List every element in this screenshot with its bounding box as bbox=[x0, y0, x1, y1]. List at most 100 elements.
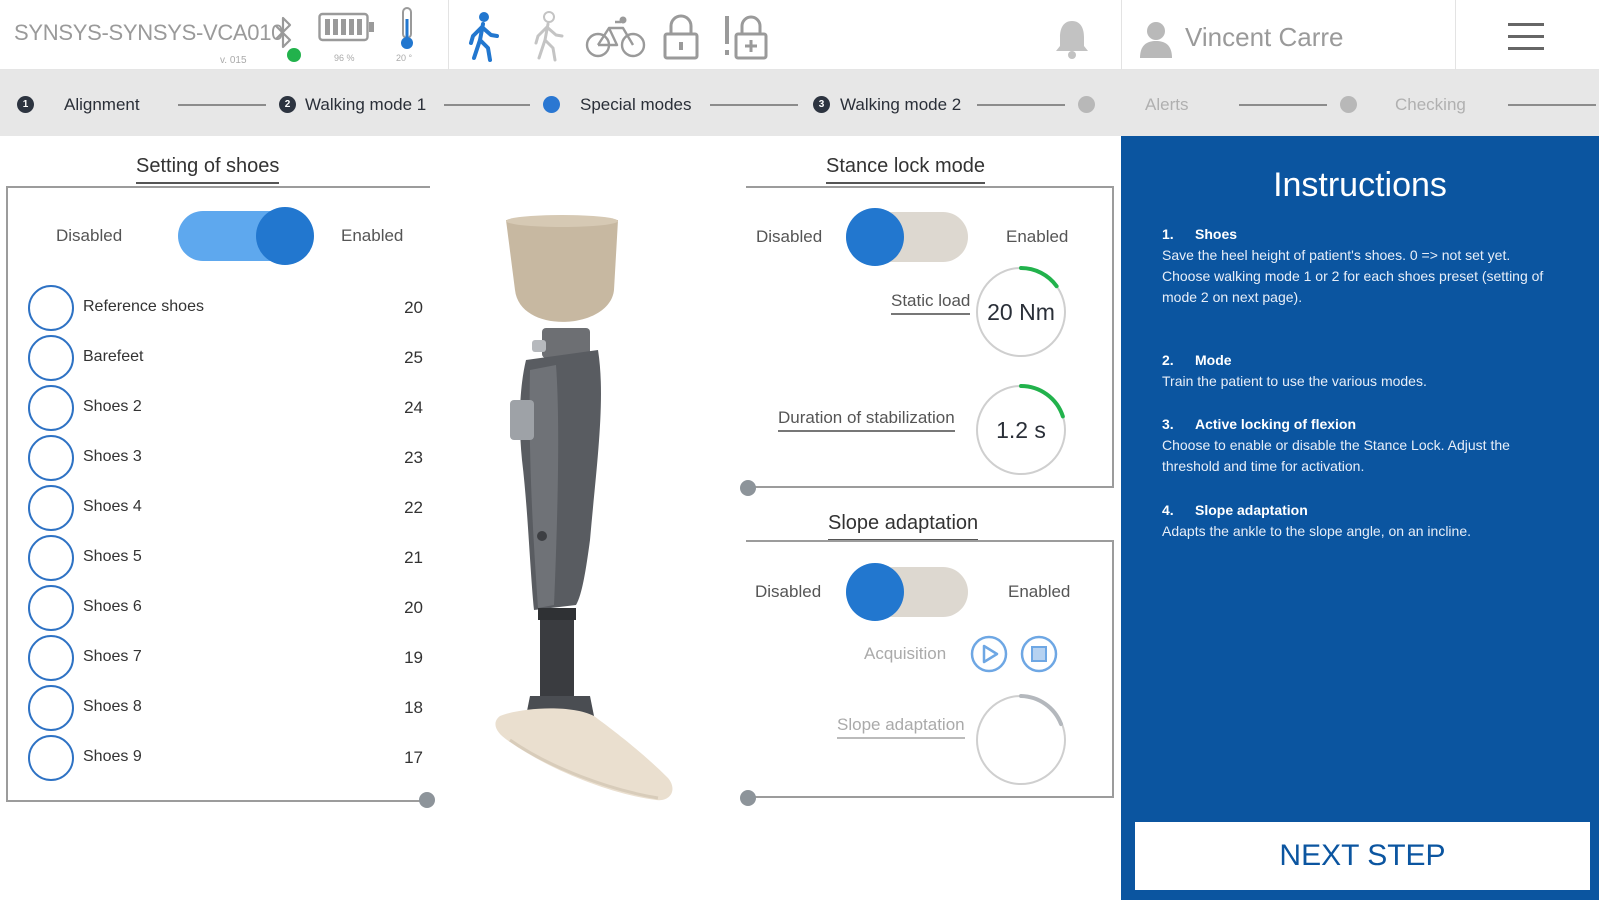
shoe-option-barefeet[interactable]: Barefeet 25 bbox=[28, 335, 423, 385]
shoe-heel-value: 21 bbox=[404, 548, 423, 567]
duration-value: 1.2 s bbox=[996, 417, 1046, 443]
device-version: v. 015 bbox=[220, 55, 247, 66]
prosthesis-illustration bbox=[495, 215, 673, 801]
divider bbox=[448, 0, 449, 70]
shoe-name: Shoes 9 bbox=[83, 748, 142, 765]
divider bbox=[1121, 0, 1122, 70]
next-step-button[interactable]: NEXT STEP bbox=[1135, 822, 1590, 890]
radio-button[interactable] bbox=[28, 435, 74, 481]
step-indicator-alignment: 1 bbox=[17, 96, 34, 113]
static-load-label: Static load bbox=[891, 291, 971, 315]
user-avatar-icon[interactable] bbox=[1138, 20, 1174, 58]
duration-label: Duration of stabilization bbox=[778, 408, 955, 432]
menu-icon[interactable] bbox=[1508, 22, 1544, 52]
shoe-option-shoes-6[interactable]: Shoes 6 20 bbox=[28, 585, 423, 635]
lock-alert-icon[interactable] bbox=[722, 12, 774, 62]
wizard-steps: 1 Alignment 2 Walking mode 1 Special mod… bbox=[0, 70, 1599, 136]
shoe-name: Shoes 6 bbox=[83, 598, 142, 615]
stop-icon[interactable] bbox=[1019, 634, 1059, 674]
step-walking-mode-1[interactable]: Walking mode 1 bbox=[305, 95, 426, 115]
shoes-section-title: Setting of shoes bbox=[136, 155, 280, 184]
shoe-option-reference[interactable]: Reference shoes 20 bbox=[28, 285, 423, 335]
bluetooth-icon bbox=[275, 16, 301, 62]
instruction-heading: Slope adaptation bbox=[1195, 502, 1308, 518]
step-connector bbox=[1239, 104, 1327, 106]
instruction-text: Adapts the ankle to the slope angle, on … bbox=[1162, 523, 1471, 539]
slope-toggle[interactable] bbox=[846, 563, 968, 621]
step-walking-mode-2[interactable]: Walking mode 2 bbox=[840, 95, 961, 115]
step-alerts[interactable]: Alerts bbox=[1145, 95, 1188, 115]
stance-toggle[interactable] bbox=[846, 208, 968, 266]
step-connector bbox=[178, 104, 266, 106]
temperature-value: 20 ° bbox=[396, 53, 413, 63]
shoe-name: Barefeet bbox=[83, 348, 144, 365]
radio-button[interactable] bbox=[28, 685, 74, 731]
thermometer-icon bbox=[401, 7, 413, 49]
shoe-heel-value: 20 bbox=[404, 598, 423, 617]
radio-button[interactable] bbox=[28, 385, 74, 431]
toggle-knob bbox=[256, 207, 314, 265]
slope-section-title: Slope adaptation bbox=[828, 512, 979, 541]
shoe-heel-value: 20 bbox=[404, 298, 423, 317]
shoe-heel-value: 22 bbox=[404, 498, 423, 517]
stance-disabled-label: Disabled bbox=[756, 227, 823, 246]
shoe-option-shoes-8[interactable]: Shoes 8 18 bbox=[28, 685, 423, 735]
shoe-option-shoes-5[interactable]: Shoes 5 21 bbox=[28, 535, 423, 585]
shoe-heel-value: 25 bbox=[404, 348, 423, 367]
radio-button[interactable] bbox=[28, 485, 74, 531]
stance-section-title: Stance lock mode bbox=[826, 155, 985, 184]
radio-button[interactable] bbox=[28, 585, 74, 631]
bicycle-icon[interactable] bbox=[585, 14, 647, 60]
shoe-name: Shoes 2 bbox=[83, 398, 142, 415]
instructions-panel: Instructions 1. Shoes Save the heel heigh… bbox=[1121, 136, 1599, 900]
step-connector bbox=[1508, 104, 1596, 106]
instruction-text: Choose to enable or disable the Stance L… bbox=[1162, 437, 1510, 474]
instruction-item: 2. Mode Train the patient to use the vari… bbox=[1162, 350, 1562, 392]
shoe-option-shoes-3[interactable]: Shoes 3 23 bbox=[28, 435, 423, 485]
battery-icon bbox=[318, 12, 374, 42]
shoes-toggle[interactable] bbox=[178, 207, 314, 265]
radio-button[interactable] bbox=[28, 335, 74, 381]
slope-disabled-label: Disabled bbox=[755, 582, 822, 601]
radio-button[interactable] bbox=[28, 285, 74, 331]
shoe-name: Shoes 7 bbox=[83, 648, 142, 665]
lock-icon[interactable] bbox=[661, 12, 701, 62]
slope-adaptation-dial[interactable] bbox=[973, 692, 1069, 788]
step-indicator-alerts bbox=[1078, 96, 1095, 113]
instruction-text: Train the patient to use the various mod… bbox=[1162, 373, 1427, 389]
toggle-knob bbox=[846, 563, 904, 621]
shoe-option-shoes-2[interactable]: Shoes 2 24 bbox=[28, 385, 423, 435]
slope-scroll-handle[interactable] bbox=[740, 790, 756, 806]
shoe-option-shoes-9[interactable]: Shoes 9 17 bbox=[28, 735, 423, 785]
step-alignment[interactable]: Alignment bbox=[64, 95, 140, 115]
battery-level: 96 % bbox=[334, 53, 355, 63]
shoe-heel-value: 24 bbox=[404, 398, 423, 417]
shoe-name: Shoes 5 bbox=[83, 548, 142, 565]
radio-button[interactable] bbox=[28, 635, 74, 681]
shoe-name: Shoes 8 bbox=[83, 698, 142, 715]
shoe-heel-value: 23 bbox=[404, 448, 423, 467]
shoe-name: Shoes 3 bbox=[83, 448, 142, 465]
instruction-heading: Active locking of flexion bbox=[1195, 416, 1357, 432]
walking-mode-icon[interactable] bbox=[463, 10, 503, 62]
step-indicator-special-modes bbox=[543, 96, 560, 113]
radio-button[interactable] bbox=[28, 535, 74, 581]
instructions-title: Instructions bbox=[1273, 166, 1447, 204]
shoe-option-shoes-4[interactable]: Shoes 4 22 bbox=[28, 485, 423, 535]
radio-button[interactable] bbox=[28, 735, 74, 781]
play-icon[interactable] bbox=[969, 634, 1009, 674]
shoes-scroll-handle[interactable] bbox=[419, 792, 435, 808]
step-checking[interactable]: Checking bbox=[1395, 95, 1466, 115]
step-special-modes[interactable]: Special modes bbox=[580, 95, 692, 115]
slope-adaptation-label: Slope adaptation bbox=[837, 715, 965, 739]
instruction-number: 3. bbox=[1162, 416, 1174, 432]
stance-scroll-handle[interactable] bbox=[740, 480, 756, 496]
step-indicator-walking-mode-2: 3 bbox=[813, 96, 830, 113]
instruction-heading: Mode bbox=[1195, 352, 1232, 368]
static-load-value: 20 Nm bbox=[987, 299, 1055, 325]
user-name[interactable]: Vincent Carre bbox=[1185, 22, 1344, 53]
running-mode-icon[interactable] bbox=[527, 10, 571, 62]
shoe-option-shoes-7[interactable]: Shoes 7 19 bbox=[28, 635, 423, 685]
stance-enabled-label: Enabled bbox=[1006, 227, 1069, 246]
notification-bell-icon[interactable] bbox=[1053, 18, 1091, 60]
